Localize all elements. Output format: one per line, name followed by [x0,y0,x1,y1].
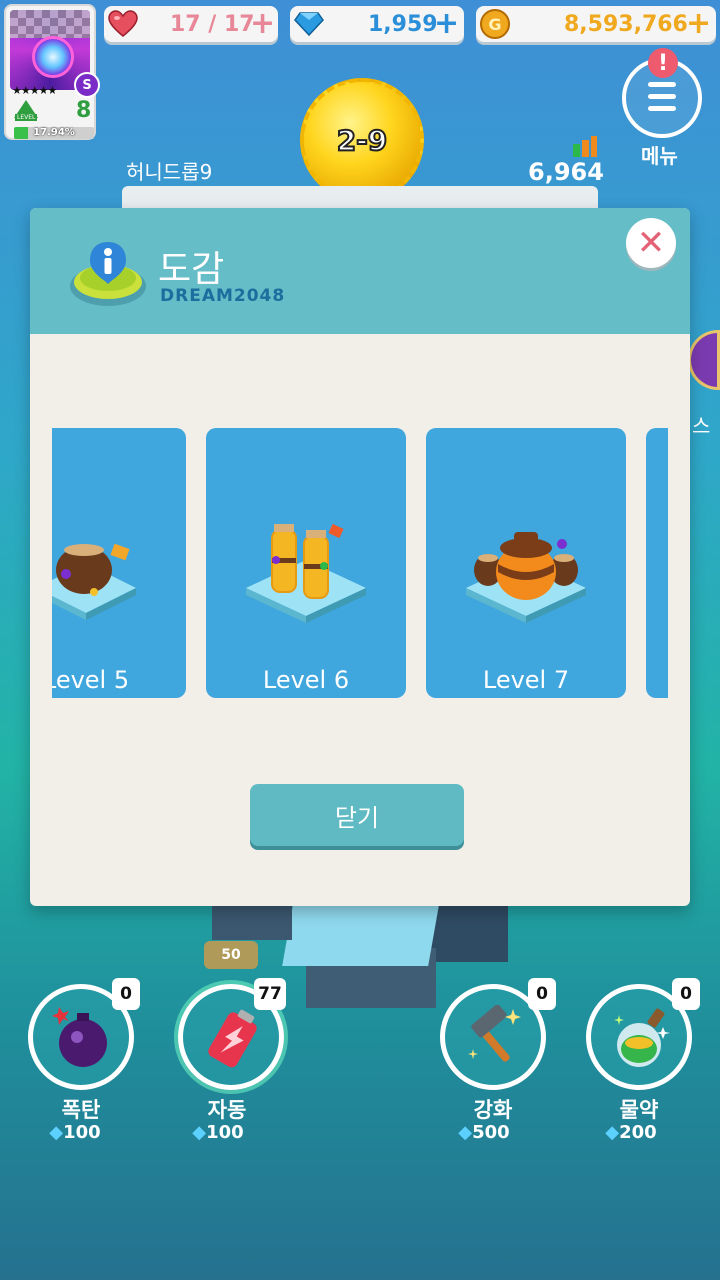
add-coins-button[interactable]: + [686,6,711,42]
level-card[interactable] [646,428,668,698]
board-tile [282,900,440,966]
coins-value: 8,593,766 [564,12,688,37]
potion-count: 0 [672,978,700,1010]
close-dialog-button[interactable]: 닫기 [250,784,464,846]
honey-jar-icon [52,543,136,620]
honey-pot-icon [466,532,586,623]
auto-cost: ◆100 [192,1122,244,1143]
side-event-label: 스 [692,414,711,438]
menu-label: 메뉴 [641,144,678,168]
level-card-label: Level 5 [52,666,130,694]
hammer-icon [468,1005,521,1062]
gem-icon: ◆ [192,1122,207,1143]
board-block-left [212,900,292,940]
upgrade-count: 0 [528,978,556,1010]
close-x-button[interactable]: ✕ [626,218,676,268]
honey-bottles-icon [246,523,366,623]
coin-icon: G [480,9,510,39]
level-card-label: Level 6 [262,666,350,694]
gems-value: 1,959 [368,12,438,37]
upgrade-cost: ◆500 [458,1122,510,1143]
level-card[interactable]: Level 7 [426,428,626,698]
auto-timer-tag: 50 [204,941,258,969]
level-card[interactable]: Level 5 [52,428,186,698]
dialog-title: 도감 [158,249,225,290]
heart-icon [108,10,138,37]
potion-label: 물약 [619,1098,659,1122]
level-card[interactable]: Level 6 [206,428,406,698]
player-level: 8 [76,98,92,123]
side-event-icon[interactable] [688,330,720,390]
info-icon [70,242,146,306]
close-icon: ✕ [636,223,666,263]
star-rating: ★★★★★ [12,84,57,97]
gem-icon: ◆ [458,1122,473,1143]
upgrade-label: 강화 [473,1098,513,1122]
bomb-cost: ◆100 [49,1122,101,1143]
hearts-counter[interactable]: 17 / 17 + [104,6,278,42]
bomb-count: 0 [112,978,140,1010]
player-avatar-card[interactable]: ★★★★★ S LEVEL 8 17.94% [4,4,100,140]
bomb-label: 폭탄 [61,1098,101,1122]
stage-score: 6,964 [528,158,604,186]
score-icon [573,136,597,157]
dialog-subtitle: DREAM2048 [160,286,286,306]
coins-counter[interactable]: G 8,593,766 + [476,6,716,42]
stage-label: 2-9 [336,123,389,158]
potion-icon [614,1008,670,1067]
gem-icon [294,12,324,36]
collection-dialog: 도감 DREAM2048 ✕ Level 5 [30,208,690,906]
gem-icon: ◆ [49,1122,64,1143]
rank-badge: S [74,72,100,98]
gem-icon: ◆ [605,1122,620,1143]
level-word: LEVEL [15,114,38,121]
potion-cost: ◆200 [605,1122,657,1143]
dialog-header: 도감 DREAM2048 ✕ [30,208,690,334]
bomb-icon [52,1007,107,1067]
hearts-value: 17 / 17 [170,12,255,37]
gems-counter[interactable]: 1,959 + [290,6,464,42]
level-carousel[interactable]: Level 5 Level 6 [52,428,668,698]
board-block-dark [430,906,508,962]
add-hearts-button[interactable]: + [250,6,275,42]
stage-name: 허니드롭9 [126,160,213,184]
level-card-label: Level 7 [482,666,570,694]
auto-count: 77 [254,978,286,1010]
add-gems-button[interactable]: + [434,6,459,42]
xp-percent: 17.94% [33,127,75,138]
alert-badge: ! [648,48,678,78]
auto-label: 자동 [207,1098,247,1122]
battery-icon [208,1009,257,1068]
